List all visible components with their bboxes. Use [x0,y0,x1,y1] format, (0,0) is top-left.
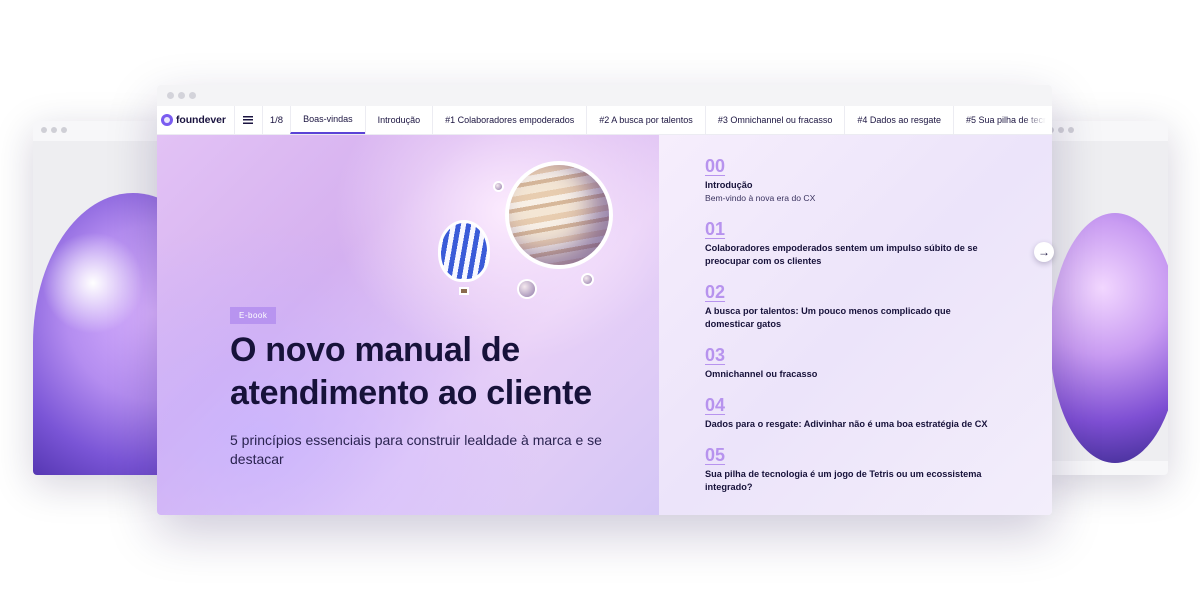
background-window-left [33,121,163,475]
toc-title: Sua pilha de tecnologia é um jogo de Tet… [705,469,982,492]
toc-number: 01 [705,219,726,239]
logo-text: foundever [176,114,226,126]
foundever-logo[interactable]: foundever [157,106,234,134]
tab-introducao[interactable]: Introdução [364,106,433,134]
balloon-basket [459,287,469,295]
toc-item[interactable]: 05 Sua pilha de tecnologia é um jogo de … [705,444,1001,494]
background-window-content [33,141,163,475]
background-window-right [1040,121,1168,475]
toc-title: Omnichannel ou fracasso [705,369,818,379]
top-navigation: foundever 1/8 Boas-vindas Introdução #1 … [157,106,1052,135]
page-subtitle: 5 princípios essenciais para construir l… [230,432,602,467]
toc-title: Introdução [705,180,753,190]
balloon-mountain-illustration [33,193,163,475]
toc-description: Bem-vindo à nova era do CX [705,193,816,203]
page-counter: 1/8 [261,106,290,134]
main-window: foundever 1/8 Boas-vindas Introdução #1 … [157,85,1052,515]
toc-item[interactable]: 02 A busca por talentos: Um pouco menos … [705,281,1001,331]
stage: foundever 1/8 Boas-vindas Introdução #1 … [0,0,1200,600]
toc-number: 05 [705,445,726,465]
arrow-right-icon: → [1038,245,1050,259]
hero-section: E-book O novo manual de atendimento ao c… [157,135,659,515]
toc-title: Colaboradores empoderados sentem um impu… [705,243,978,266]
window-titlebar [157,85,1052,106]
menu-button[interactable] [233,106,262,134]
window-dots [41,127,67,133]
toc-number: 02 [705,282,726,302]
hamburger-icon [243,116,254,124]
toc-item[interactable]: 03 Omnichannel ou fracasso [705,344,1001,381]
tab-busca-talentos[interactable]: #2 A busca por talentos [586,106,705,134]
chapter-tabs: Boas-vindas Introdução #1 Colaboradores … [290,106,1052,134]
table-of-contents: 00 Introdução Bem-vindo à nova era do CX… [659,135,1052,515]
page-content: E-book O novo manual de atendimento ao c… [157,135,1052,515]
ebook-badge: E-book [230,307,277,324]
planet-illustration [509,165,609,265]
tab-dados[interactable]: #4 Dados ao resgate [844,106,953,134]
pancakes-illustration [1050,213,1168,463]
toc-number: 00 [705,156,726,176]
tab-omnichannel[interactable]: #3 Omnichannel ou fracasso [704,106,845,134]
hot-air-balloon-illustration [441,223,487,279]
toc-item[interactable]: 01 Colaboradores empoderados sentem um i… [705,218,1001,268]
toc-title: A busca por talentos: Um pouco menos com… [705,306,951,329]
toc-item[interactable]: 00 Introdução Bem-vindo à nova era do CX [705,155,1001,205]
page-title: O novo manual de atendimento ao cliente [230,331,592,412]
window-dots [167,92,196,99]
toc-number: 03 [705,345,726,365]
moon-illustration [495,183,502,190]
tab-colaboradores[interactable]: #1 Colaboradores empoderados [432,106,586,134]
foundever-logo-icon [161,114,173,126]
tab-boas-vindas[interactable]: Boas-vindas [290,106,365,134]
toc-number: 04 [705,395,726,415]
background-window-content [1040,141,1168,463]
toc-item[interactable]: 04 Dados para o resgate: Adivinhar não é… [705,394,1001,431]
moon-illustration [519,281,535,297]
tabs-fade [1022,106,1052,134]
toc-title: Dados para o resgate: Adivinhar não é um… [705,419,988,429]
next-page-button[interactable]: → [1034,242,1054,262]
moon-illustration [583,275,592,284]
